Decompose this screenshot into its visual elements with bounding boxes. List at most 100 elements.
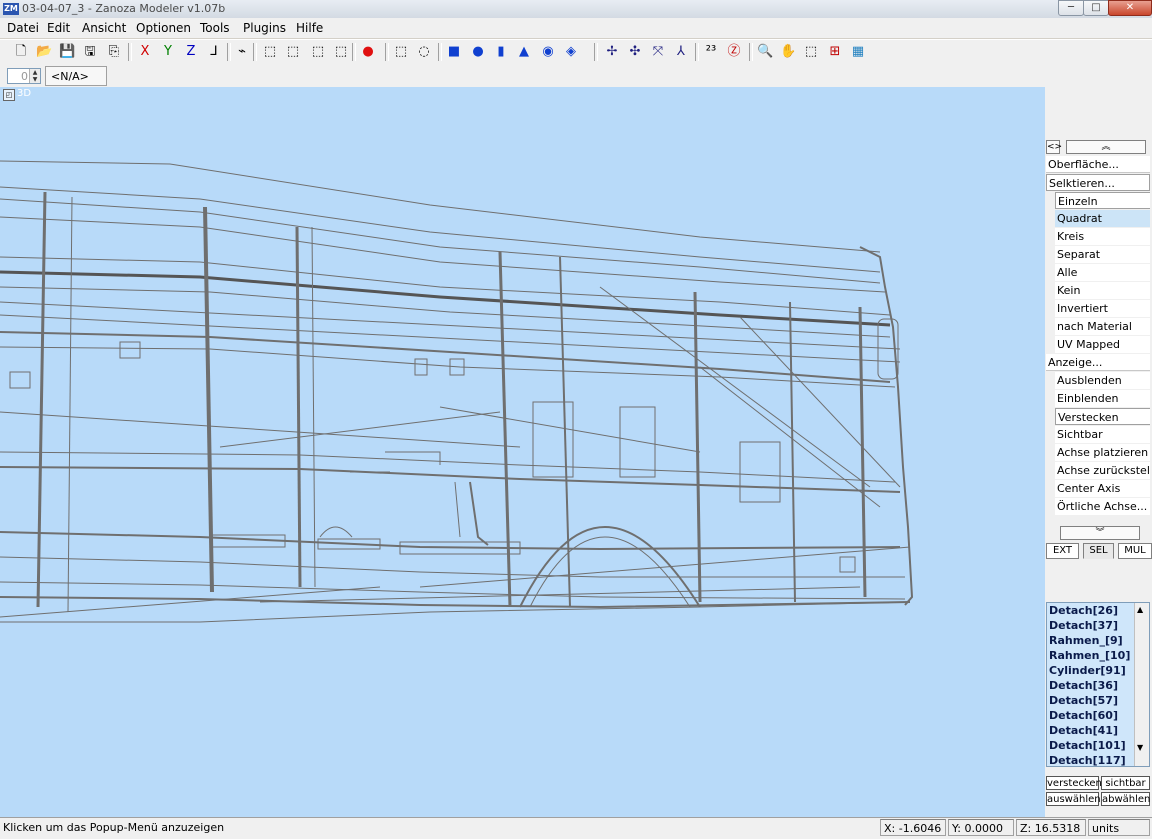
maximize-button[interactable]: □: [1083, 0, 1109, 16]
select-option-quadrat[interactable]: Quadrat: [1055, 210, 1150, 227]
bus-wireframe-model: [0, 160, 914, 623]
selection-name-field[interactable]: <N/A>: [45, 66, 107, 86]
menu-tools[interactable]: Tools: [200, 21, 230, 35]
panel-scroll-down-button[interactable]: ︾: [1060, 526, 1140, 540]
wire-cube-icon[interactable]: ⬚: [262, 44, 278, 60]
sphere-red-icon[interactable]: ●: [360, 44, 376, 60]
cone-primitive-icon[interactable]: ▲: [516, 44, 532, 60]
object-list-item[interactable]: Detach[37]: [1049, 619, 1118, 632]
cube-icon[interactable]: ⬚: [285, 44, 301, 60]
new-file-icon[interactable]: 🗋: [13, 44, 29, 60]
display-option-7[interactable]: Center Axis: [1055, 480, 1150, 497]
coord-y: Y: 0.0000: [948, 819, 1014, 836]
torus-primitive-icon[interactable]: ◉: [540, 44, 556, 60]
menu-hilfe[interactable]: Hilfe: [296, 21, 323, 35]
vertex-icon[interactable]: ⌁: [234, 44, 250, 60]
section-display[interactable]: Anzeige...: [1046, 354, 1150, 371]
box-primitive-icon[interactable]: ■: [446, 44, 462, 60]
plane-primitive-icon[interactable]: ◈: [563, 44, 579, 60]
scroll-down-icon[interactable]: ▼: [1137, 743, 1143, 752]
title-bar: ZM 03-04-07_3 - Zanoza Modeler v1.07b ─ …: [0, 0, 1152, 19]
open-file-icon[interactable]: 📂: [36, 44, 52, 60]
select-circle-icon[interactable]: ◌: [416, 44, 432, 60]
menu-optionen[interactable]: Optionen: [136, 21, 191, 35]
select-option-kein[interactable]: Kein: [1055, 282, 1150, 299]
menu-datei[interactable]: Datei: [7, 21, 39, 35]
section-surface[interactable]: Oberfläche...: [1046, 156, 1150, 173]
hide-button[interactable]: verstecken: [1046, 776, 1102, 790]
display-option-5[interactable]: Achse platzieren: [1055, 444, 1150, 461]
axis-x-icon[interactable]: X: [137, 44, 153, 60]
object-list-item[interactable]: Detach[41]: [1049, 724, 1118, 737]
display-option-4[interactable]: Sichtbar: [1055, 426, 1150, 443]
export-icon[interactable]: ⎘: [106, 44, 122, 60]
cube-red-active-icon[interactable]: ⬚: [333, 44, 349, 60]
scroll-up-icon[interactable]: ▲: [1137, 605, 1143, 614]
panel-toggle-button[interactable]: <>: [1046, 140, 1062, 154]
section-select[interactable]: Selktieren...: [1046, 174, 1150, 191]
select-option-invertiert[interactable]: Invertiert: [1055, 300, 1150, 317]
object-list-scrollbar[interactable]: ▲ ▼: [1134, 603, 1149, 766]
object-list-item[interactable]: Rahmen_[10]: [1049, 649, 1130, 662]
object-list-item[interactable]: Detach[36]: [1049, 679, 1118, 692]
select-option-alle[interactable]: Alle: [1055, 264, 1150, 281]
axis-y-icon[interactable]: Y: [160, 44, 176, 60]
viewport-3d[interactable]: ◰ 3D: [0, 87, 1045, 817]
move-icon[interactable]: ✢: [604, 44, 620, 60]
minimize-button[interactable]: ─: [1058, 0, 1084, 16]
view-2d3d-icon[interactable]: ²³: [703, 44, 719, 60]
panel-scroll-up-button[interactable]: ︽: [1066, 140, 1146, 154]
z-view-icon[interactable]: Ⓩ: [726, 44, 742, 60]
select-option-separat[interactable]: Separat: [1055, 246, 1150, 263]
object-list-item[interactable]: Detach[117]: [1049, 754, 1126, 766]
sphere-primitive-icon[interactable]: ●: [470, 44, 486, 60]
tab-sel[interactable]: SEL: [1083, 543, 1114, 559]
show-button[interactable]: sichtbar: [1101, 776, 1150, 790]
pan-hand-icon[interactable]: ✋: [780, 44, 796, 60]
axis-lock-icon[interactable]: ⅃: [206, 44, 222, 60]
display-option-6[interactable]: Achse zurückstellen: [1055, 462, 1150, 479]
spinner-arrows-icon[interactable]: ▲ ▼: [29, 69, 40, 83]
object-list-item[interactable]: Detach[57]: [1049, 694, 1118, 707]
cube-red-icon[interactable]: ⬚: [310, 44, 326, 60]
stats-bar: [0, 65, 1152, 87]
rotate-icon[interactable]: ✣: [627, 44, 643, 60]
display-option-1[interactable]: Ausblenden: [1055, 372, 1150, 389]
menu-plugins[interactable]: Plugins: [243, 21, 286, 35]
select-button[interactable]: auswählen: [1046, 792, 1101, 806]
select-option-nach-material[interactable]: nach Material: [1055, 318, 1150, 335]
save-as-icon[interactable]: 🖫: [82, 44, 98, 60]
deselect-button[interactable]: abwählen: [1101, 792, 1150, 806]
cylinder-primitive-icon[interactable]: ▮: [493, 44, 509, 60]
axis-z-icon[interactable]: Z: [183, 44, 199, 60]
tab-ext[interactable]: EXT: [1046, 543, 1079, 559]
zoom-icon[interactable]: 🔍: [757, 44, 773, 60]
object-list[interactable]: Detach[26] Detach[37] Rahmen_[9] Rahmen_[10…: [1046, 602, 1150, 767]
tab-mul[interactable]: MUL: [1118, 543, 1152, 559]
object-list-item[interactable]: Rahmen_[9]: [1049, 634, 1123, 647]
object-list-item[interactable]: Detach[101]: [1049, 739, 1126, 752]
select-box-icon[interactable]: ⬚: [393, 44, 409, 60]
status-bar: Klicken um das Popup-Menü anzuzeigen X: …: [0, 817, 1152, 839]
display-option-8[interactable]: Örtliche Achse...: [1055, 498, 1150, 515]
menu-edit[interactable]: Edit: [47, 21, 70, 35]
object-list-item[interactable]: Detach[60]: [1049, 709, 1118, 722]
frame-spinner[interactable]: 0 ▲ ▼: [7, 68, 41, 84]
texture-icon[interactable]: ▦: [850, 44, 866, 60]
display-option-3[interactable]: Verstecken: [1055, 408, 1150, 425]
display-option-2[interactable]: Einblenden: [1055, 390, 1150, 407]
scale-icon[interactable]: ⤧: [650, 44, 666, 60]
toolbar-separator: [385, 43, 389, 61]
menu-ansicht[interactable]: Ansicht: [82, 21, 126, 35]
save-icon[interactable]: 💾: [59, 44, 75, 60]
close-button[interactable]: ✕: [1108, 0, 1152, 16]
object-list-item[interactable]: Cylinder[91]: [1049, 664, 1126, 677]
view-cube-icon[interactable]: ⬚: [803, 44, 819, 60]
select-option-einzeln[interactable]: Einzeln: [1055, 192, 1150, 209]
axis-gizmo-icon[interactable]: ⅄: [673, 44, 689, 60]
toolbar-separator: [227, 43, 231, 61]
render-icon[interactable]: ⊞: [827, 44, 843, 60]
object-list-item[interactable]: Detach[26]: [1049, 604, 1118, 617]
select-option-uv-mapped[interactable]: UV Mapped: [1055, 336, 1150, 353]
select-option-kreis[interactable]: Kreis: [1055, 228, 1150, 245]
